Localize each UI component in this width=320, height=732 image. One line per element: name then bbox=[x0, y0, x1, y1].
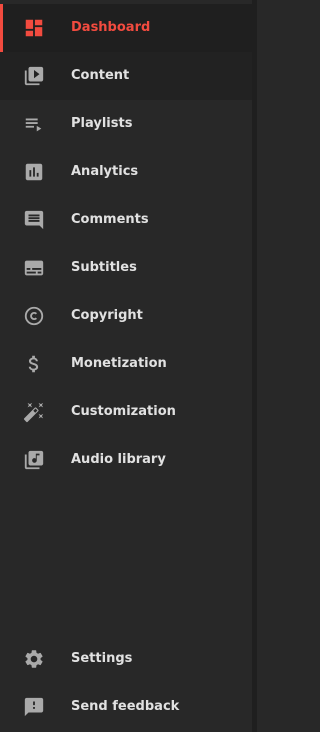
copyright-icon bbox=[23, 305, 45, 327]
sidebar-item-label: Copyright bbox=[71, 308, 143, 323]
sidebar-item-playlists[interactable]: Playlists bbox=[0, 100, 252, 148]
sidebar-item-label: Playlists bbox=[71, 116, 133, 131]
content-icon bbox=[23, 65, 45, 87]
analytics-icon bbox=[23, 161, 45, 183]
customization-icon bbox=[23, 401, 45, 423]
audio-library-icon bbox=[23, 449, 45, 471]
sidebar-item-subtitles[interactable]: Subtitles bbox=[0, 244, 252, 292]
monetization-icon bbox=[23, 353, 45, 375]
sidebar-item-label: Content bbox=[71, 68, 130, 83]
sidebar-item-label: Monetization bbox=[71, 356, 167, 371]
sidebar-item-audio-library[interactable]: Audio library bbox=[0, 436, 252, 484]
sidebar-item-dashboard[interactable]: Dashboard bbox=[0, 4, 252, 52]
sidebar-item-label: Send feedback bbox=[71, 699, 180, 714]
playlists-icon bbox=[23, 113, 45, 135]
sidebar-item-settings[interactable]: Settings bbox=[0, 635, 252, 683]
sidebar-item-label: Audio library bbox=[71, 452, 166, 467]
settings-icon bbox=[23, 648, 45, 670]
sidebar-item-label: Comments bbox=[71, 212, 149, 227]
sidebar-item-analytics[interactable]: Analytics bbox=[0, 148, 252, 196]
sidebar-item-customization[interactable]: Customization bbox=[0, 388, 252, 436]
feedback-icon bbox=[23, 696, 45, 718]
scrollbar-track[interactable] bbox=[252, 0, 257, 732]
dashboard-icon bbox=[23, 17, 45, 39]
comments-icon bbox=[23, 209, 45, 231]
sidebar-item-comments[interactable]: Comments bbox=[0, 196, 252, 244]
sidebar-item-copyright[interactable]: Copyright bbox=[0, 292, 252, 340]
sidebar-item-send-feedback[interactable]: Send feedback bbox=[0, 683, 252, 731]
sidebar-item-label: Subtitles bbox=[71, 260, 137, 275]
sidebar-item-label: Settings bbox=[71, 651, 133, 666]
sidebar-nav: Dashboard Content Playlists Analytics Co… bbox=[0, 0, 252, 732]
sidebar-item-content[interactable]: Content bbox=[0, 52, 252, 100]
sidebar-item-label: Customization bbox=[71, 404, 176, 419]
sidebar-item-label: Analytics bbox=[71, 164, 139, 179]
subtitles-icon bbox=[23, 257, 45, 279]
sidebar-item-label: Dashboard bbox=[71, 20, 151, 35]
sidebar-item-monetization[interactable]: Monetization bbox=[0, 340, 252, 388]
active-indicator bbox=[0, 4, 3, 52]
